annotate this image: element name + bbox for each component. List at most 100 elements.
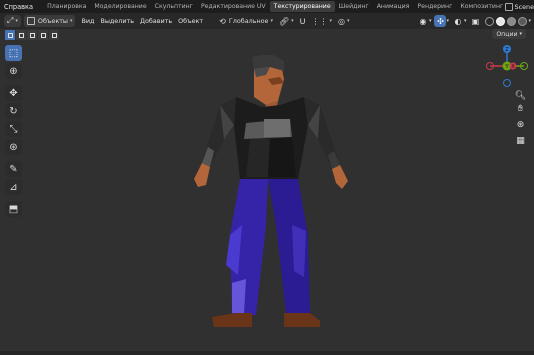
- chevron-down-icon: ▾: [463, 18, 467, 24]
- move-icon: ✥: [9, 87, 18, 99]
- rotate-icon: ↻: [9, 105, 18, 117]
- workspace-tab[interactable]: Шейдинг: [335, 1, 373, 12]
- workspace-tab[interactable]: Рендеринг: [413, 1, 456, 12]
- measure-icon: ⊿: [9, 181, 18, 193]
- y-axis-label: Y: [504, 64, 509, 70]
- select-invert-button[interactable]: [38, 30, 48, 40]
- camera-icon: ⊛: [516, 119, 525, 130]
- workspace-tabs: Планировка Моделирование Скульптинг Редакти…: [43, 1, 534, 12]
- transform-tool[interactable]: ⊛: [5, 139, 22, 155]
- zoom-icon: 🔍︎: [514, 90, 527, 101]
- pivot-point-select[interactable]: 🔗︎ ▾: [276, 15, 297, 27]
- character-model[interactable]: [180, 55, 360, 335]
- scene-selector[interactable]: Scene: [502, 1, 534, 12]
- snap-increment-icon: ⋮⋮: [311, 16, 328, 26]
- workspace-tab[interactable]: Редактирование UV: [197, 1, 270, 12]
- object-mode-icon: [26, 17, 35, 25]
- select-extend-button[interactable]: [16, 30, 26, 40]
- z-axis-label: Z: [505, 47, 509, 53]
- material-shading-icon[interactable]: [507, 16, 517, 26]
- menu-select[interactable]: Выделить: [97, 17, 137, 25]
- pivot-icon: 🔗︎: [279, 16, 290, 26]
- select-box-tool[interactable]: ⬚: [5, 45, 22, 61]
- help-menu[interactable]: Справка: [0, 3, 37, 11]
- visibility-toggle[interactable]: ◉: [417, 15, 429, 27]
- scene-icon: [504, 2, 513, 11]
- cursor-icon: ⊕: [9, 65, 18, 77]
- shading-modes: [484, 16, 528, 26]
- tool-shelf: ⬚ ⊕ ✥ ↻ ⤡ ⊛ ✎ ⊿ ⬒: [5, 45, 22, 219]
- select-mode-bar: [5, 30, 60, 40]
- menu-view[interactable]: Вид: [78, 17, 97, 25]
- magnet-icon: ᑌ: [299, 16, 306, 26]
- select-extend-icon: [18, 32, 24, 38]
- move-tool[interactable]: ✥: [5, 85, 22, 101]
- workspace-tab[interactable]: Анимация: [373, 1, 414, 12]
- shirt: [202, 97, 340, 179]
- workspace-tab[interactable]: Моделирование: [90, 1, 150, 12]
- navigation-gizmo[interactable]: Z Y X: [484, 43, 530, 89]
- pan-button[interactable]: ✋︎: [513, 101, 528, 116]
- scale-tool[interactable]: ⤡: [5, 121, 22, 137]
- options-label: Опции: [496, 30, 518, 38]
- chevron-down-icon: ▾: [428, 18, 432, 24]
- proportional-edit-toggle[interactable]: ◎ ▾: [335, 15, 353, 27]
- chevron-down-icon[interactable]: ▾: [528, 18, 531, 24]
- workspace-bar: Справка Планировка Моделирование Скульптин…: [0, 0, 534, 13]
- menu-add[interactable]: Добавить: [137, 17, 175, 25]
- chevron-down-icon: ▾: [270, 18, 273, 24]
- chevron-down-icon: ▾: [69, 18, 73, 24]
- viewport-bottom-edge: [0, 351, 534, 355]
- camera-view-button[interactable]: ⊛: [513, 117, 528, 132]
- rotate-tool[interactable]: ↻: [5, 103, 22, 119]
- cursor-tool[interactable]: ⊕: [5, 63, 22, 79]
- select-intersect-button[interactable]: [49, 30, 59, 40]
- xray-toggle[interactable]: ▣: [469, 15, 481, 27]
- select-new-button[interactable]: [5, 30, 15, 40]
- snap-toggle[interactable]: ᑌ: [297, 15, 309, 27]
- overlay-icon: ◐: [454, 16, 462, 26]
- select-new-icon: [7, 32, 13, 38]
- chevron-down-icon: ▾: [291, 18, 294, 24]
- options-button[interactable]: Опции ▾: [492, 29, 526, 39]
- neg-z-axis-handle[interactable]: [503, 79, 511, 87]
- chevron-down-icon: ▾: [15, 18, 18, 24]
- chevron-down-icon: ▾: [347, 18, 350, 24]
- solid-shading-icon[interactable]: [496, 16, 506, 26]
- workspace-tab[interactable]: Текстурирование: [269, 1, 335, 12]
- perspective-toggle-button[interactable]: ▦: [513, 133, 528, 148]
- viewport-header: ⤢ ▾ Объекты ▾ Вид Выделить Добавить Объек…: [0, 13, 534, 29]
- gizmo-toggle[interactable]: ✣: [434, 15, 447, 27]
- transform-orientation-select[interactable]: ⟲ Глобальное ▾: [216, 15, 276, 27]
- menu-object[interactable]: Объект: [175, 17, 206, 25]
- rendered-shading-icon[interactable]: [518, 16, 528, 26]
- annotate-tool[interactable]: ✎: [5, 161, 22, 177]
- chevron-down-icon: ▾: [446, 18, 449, 24]
- orientation-icon: ⟲: [219, 16, 226, 26]
- shoes: [212, 313, 320, 327]
- hand-pan-icon: ✋︎: [517, 103, 524, 114]
- mode-select[interactable]: Объекты ▾: [23, 15, 76, 27]
- workspace-tab[interactable]: Композитинг: [456, 1, 507, 12]
- workspace-tab[interactable]: Планировка: [43, 1, 90, 12]
- select-subtract-icon: [29, 32, 35, 38]
- measure-tool[interactable]: ⊿: [5, 179, 22, 195]
- eye-icon: ◉: [419, 16, 427, 26]
- snap-target-select[interactable]: ⋮⋮ ▾: [309, 15, 336, 27]
- editor-type-icon: ⤢: [7, 16, 14, 25]
- editor-type-button[interactable]: ⤢ ▾: [4, 15, 21, 27]
- orientation-label: Глобальное: [228, 17, 269, 25]
- wireframe-shading-icon[interactable]: [485, 16, 495, 26]
- chevron-down-icon: ▾: [329, 18, 333, 24]
- overlay-toggle[interactable]: ◐: [452, 15, 464, 27]
- scene-label: Scene: [514, 2, 534, 11]
- grid-view-icon: ▦: [516, 135, 525, 146]
- proportional-icon: ◎: [338, 16, 346, 26]
- annotate-icon: ✎: [9, 163, 18, 175]
- workspace-tab[interactable]: Скульптинг: [151, 1, 197, 12]
- add-cube-tool[interactable]: ⬒: [5, 201, 22, 217]
- scale-icon: ⤡: [9, 123, 18, 135]
- chevron-down-icon: ▾: [519, 31, 522, 37]
- xray-icon: ▣: [471, 16, 480, 26]
- select-subtract-button[interactable]: [27, 30, 37, 40]
